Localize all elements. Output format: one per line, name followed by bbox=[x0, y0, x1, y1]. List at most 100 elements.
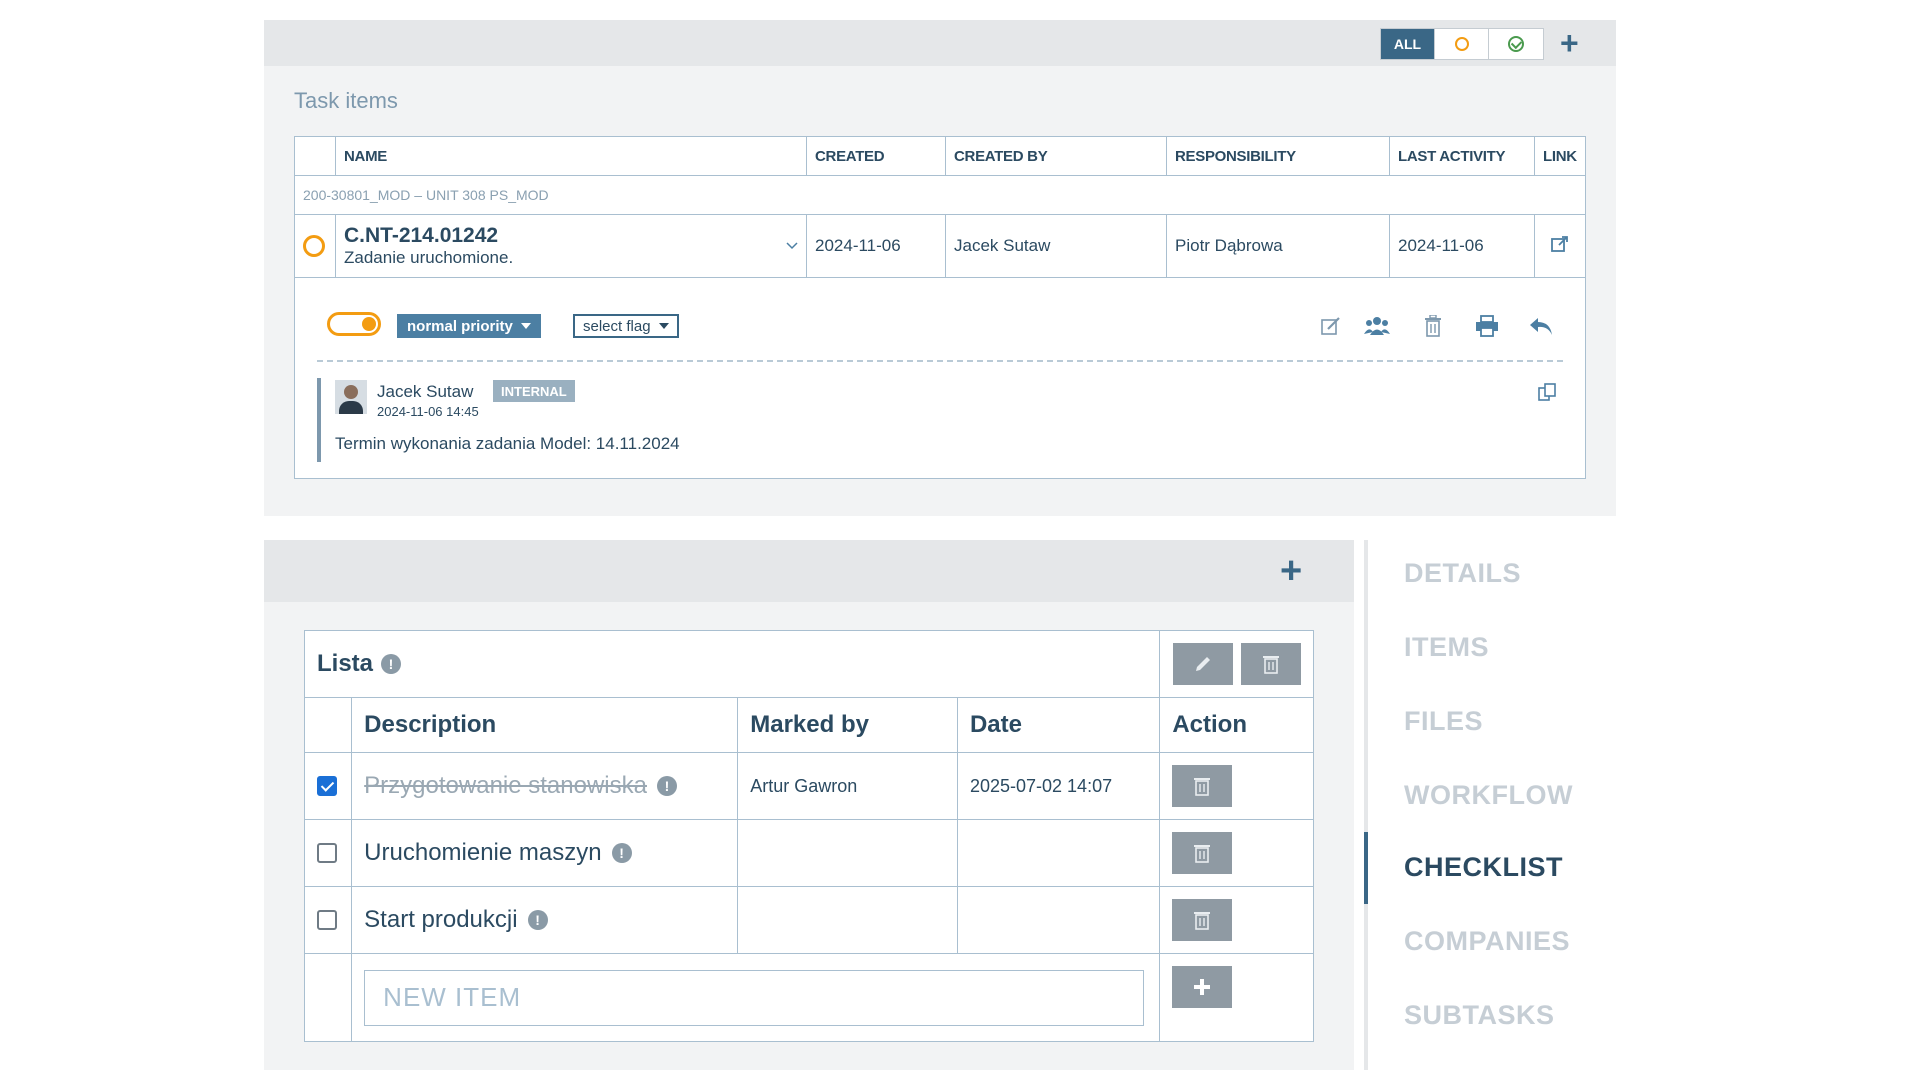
task-toolbar: ALL + bbox=[264, 20, 1616, 66]
info-icon[interactable]: ! bbox=[381, 654, 402, 674]
table-header-row: NAME CREATED CREATED BY RESPONSIBILITY L… bbox=[294, 136, 1586, 176]
name-cell[interactable]: C.NT-214.01242 Zadanie uruchomione. bbox=[335, 214, 807, 278]
trash-icon bbox=[1194, 778, 1211, 796]
group-label: 200-30801_MOD – UNIT 308 PS_MOD bbox=[294, 175, 1586, 215]
info-icon[interactable]: ! bbox=[656, 776, 677, 796]
item-description: Uruchomienie maszyn bbox=[364, 839, 602, 866]
link-cell[interactable] bbox=[1534, 214, 1586, 278]
status-cell bbox=[294, 214, 336, 278]
users-icon[interactable] bbox=[1363, 312, 1391, 340]
checkbox-cell bbox=[303, 886, 353, 954]
task-code[interactable]: C.NT-214.01242 bbox=[344, 224, 513, 248]
task-toggle[interactable] bbox=[327, 312, 381, 336]
column-header-date: Date bbox=[956, 697, 1161, 753]
checklist-item: Start produkcji! bbox=[303, 886, 1314, 954]
new-item-cell: NEW ITEM bbox=[351, 953, 1161, 1042]
add-task-button[interactable]: + bbox=[1560, 27, 1579, 59]
created-cell: 2024-11-06 bbox=[806, 214, 946, 278]
chevron-down-icon[interactable] bbox=[786, 242, 798, 250]
edit-icon[interactable] bbox=[1317, 312, 1345, 340]
edit-list-button[interactable] bbox=[1173, 643, 1233, 685]
comment-accent-bar bbox=[317, 378, 321, 462]
add-list-button[interactable]: + bbox=[1280, 552, 1302, 590]
marked-by-cell bbox=[737, 819, 958, 887]
section-title: Task items bbox=[294, 88, 398, 113]
comment-author: Jacek Sutaw bbox=[377, 382, 474, 401]
add-item-button[interactable] bbox=[1172, 966, 1233, 1008]
table-row[interactable]: C.NT-214.01242 Zadanie uruchomione. 2024… bbox=[294, 214, 1586, 278]
column-header-created[interactable]: CREATED bbox=[806, 136, 946, 176]
nav-item-details[interactable]: DETAILS bbox=[1404, 558, 1521, 589]
item-description: Przygotowanie stanowiska bbox=[364, 772, 647, 799]
date-cell bbox=[956, 819, 1161, 887]
nav-item-companies[interactable]: COMPANIES bbox=[1404, 926, 1570, 957]
list-title-row: Lista! bbox=[303, 630, 1314, 698]
trash-icon[interactable] bbox=[1419, 312, 1447, 340]
column-header-responsibility[interactable]: RESPONSIBILITY bbox=[1166, 136, 1390, 176]
internal-badge: INTERNAL bbox=[493, 380, 575, 402]
description-cell: Przygotowanie stanowiska! bbox=[351, 752, 739, 820]
flag-dropdown[interactable]: select flag bbox=[573, 314, 679, 338]
last-activity-cell: 2024-11-06 bbox=[1389, 214, 1535, 278]
status-column-header bbox=[294, 136, 336, 176]
nav-item-checklist[interactable]: CHECKLIST bbox=[1404, 852, 1563, 883]
delete-item-button[interactable] bbox=[1172, 832, 1233, 874]
date-cell: 2025-07-02 14:07 bbox=[956, 752, 1161, 820]
delete-item-button[interactable] bbox=[1172, 765, 1233, 807]
task-detail-cell: normal priority select flag Jacek Sutaw … bbox=[294, 277, 1586, 479]
filter-done-button[interactable] bbox=[1489, 29, 1543, 59]
divider bbox=[317, 360, 1563, 362]
info-icon[interactable]: ! bbox=[611, 843, 632, 863]
checklist-item: Przygotowanie stanowiska! Artur Gawron 2… bbox=[303, 752, 1314, 820]
column-header-name[interactable]: NAME bbox=[335, 136, 807, 176]
delete-list-button[interactable] bbox=[1241, 643, 1301, 685]
checkbox-cell bbox=[303, 819, 353, 887]
task-status-text: Zadanie uruchomione. bbox=[344, 248, 514, 267]
trash-icon bbox=[1194, 845, 1211, 863]
item-checkbox[interactable] bbox=[317, 843, 337, 863]
description-cell: Uruchomienie maszyn! bbox=[351, 819, 739, 887]
nav-item-workflow[interactable]: WORKFLOW bbox=[1404, 780, 1573, 811]
checklist-toolbar: + bbox=[264, 540, 1354, 602]
column-header-created-by[interactable]: CREATED BY bbox=[945, 136, 1167, 176]
delete-item-button[interactable] bbox=[1172, 899, 1233, 941]
nav-item-items[interactable]: ITEMS bbox=[1404, 632, 1489, 663]
new-item-row: NEW ITEM bbox=[303, 953, 1314, 1042]
print-icon[interactable] bbox=[1473, 312, 1501, 340]
column-header-last-activity[interactable]: LAST ACTIVITY bbox=[1389, 136, 1535, 176]
caret-down-icon bbox=[520, 323, 531, 329]
pending-status-icon bbox=[303, 235, 325, 257]
open-status-icon bbox=[1454, 37, 1469, 51]
avatar bbox=[335, 380, 367, 414]
column-header-action: Action bbox=[1159, 697, 1314, 753]
priority-dropdown[interactable]: normal priority bbox=[397, 314, 541, 338]
created-by-cell: Jacek Sutaw bbox=[945, 214, 1167, 278]
trash-icon bbox=[1194, 912, 1211, 930]
checkbox-cell bbox=[303, 752, 353, 820]
nav-item-subtasks[interactable]: SUBTASKS bbox=[1404, 1000, 1555, 1031]
column-header-link: LINK bbox=[1534, 136, 1586, 176]
reply-icon[interactable] bbox=[1527, 312, 1555, 340]
external-link-icon[interactable] bbox=[1550, 234, 1570, 254]
filter-all-button[interactable]: ALL bbox=[1381, 29, 1435, 59]
empty-cell bbox=[303, 953, 353, 1042]
comment-date: 2024-11-06 14:45 bbox=[377, 404, 479, 419]
info-icon[interactable]: ! bbox=[527, 910, 548, 930]
trash-icon bbox=[1263, 656, 1279, 674]
checklist-table: Lista! Description Marked by Date Action bbox=[303, 630, 1314, 1042]
marked-by-cell: Artur Gawron bbox=[737, 752, 958, 820]
copy-icon[interactable] bbox=[1537, 382, 1557, 407]
task-table: NAME CREATED CREATED BY RESPONSIBILITY L… bbox=[294, 136, 1586, 479]
flag-label: select flag bbox=[583, 317, 651, 335]
checklist-panel: + Lista! Description Marked by Date Acti… bbox=[264, 540, 1354, 1070]
item-checkbox[interactable] bbox=[317, 776, 337, 796]
nav-item-files[interactable]: FILES bbox=[1404, 706, 1483, 737]
checklist-header-row: Description Marked by Date Action bbox=[303, 697, 1314, 753]
item-checkbox[interactable] bbox=[317, 910, 337, 930]
action-cell bbox=[1159, 886, 1314, 954]
done-status-icon bbox=[1508, 36, 1524, 52]
group-row: 200-30801_MOD – UNIT 308 PS_MOD bbox=[294, 175, 1586, 215]
filter-open-button[interactable] bbox=[1435, 29, 1489, 59]
new-item-input[interactable]: NEW ITEM bbox=[364, 969, 1145, 1026]
item-description: Start produkcji bbox=[364, 906, 518, 933]
